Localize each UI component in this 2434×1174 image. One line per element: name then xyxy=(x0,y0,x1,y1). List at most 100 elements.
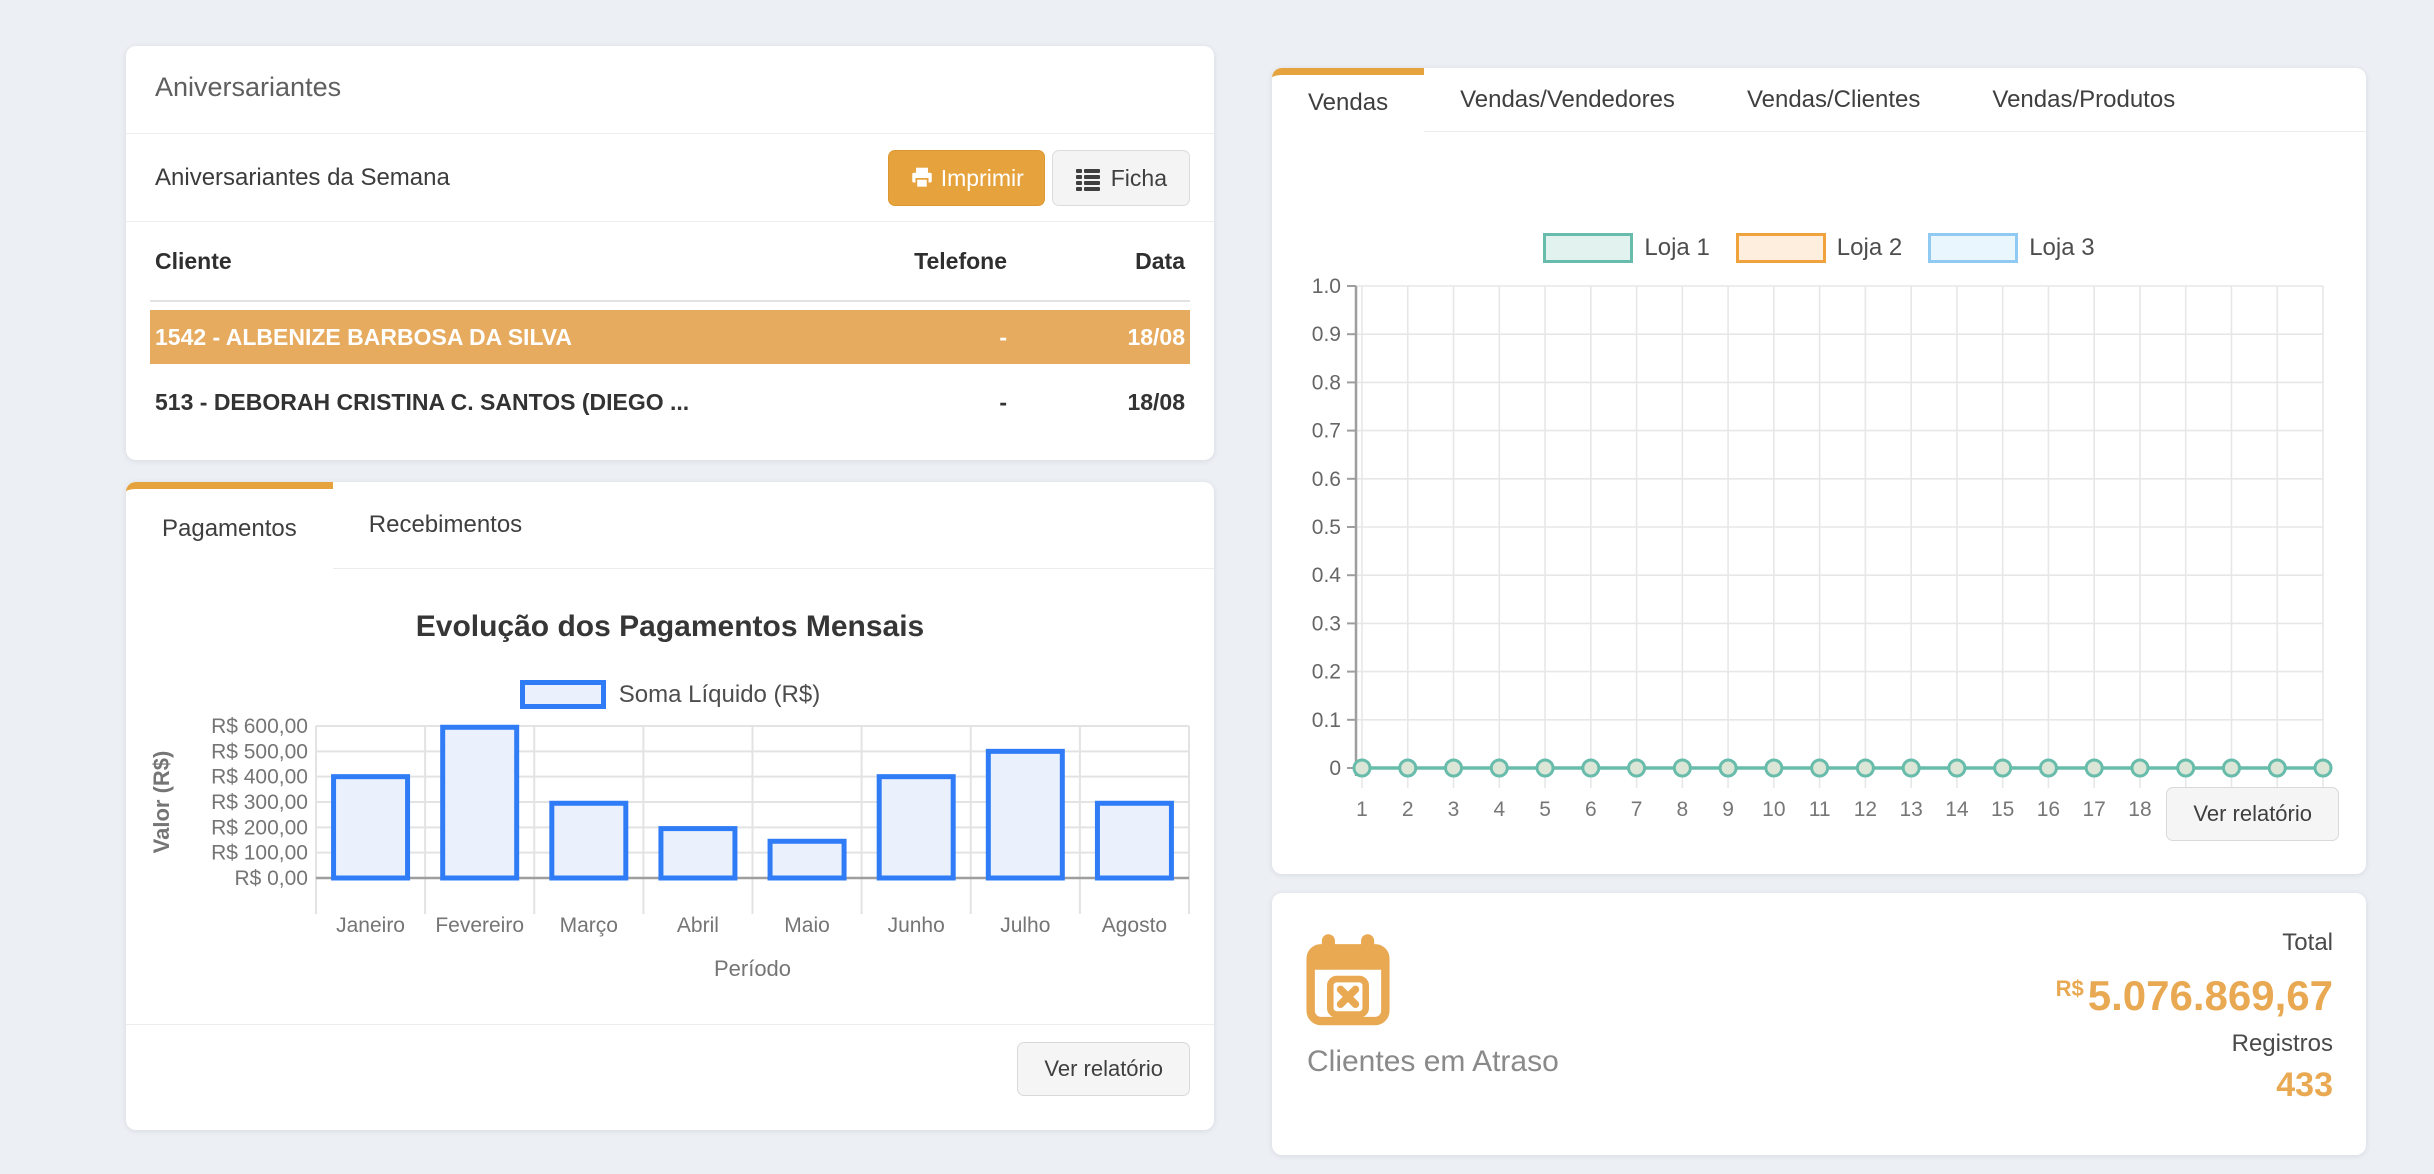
tab-vendas-produtos[interactable]: Vendas/Produtos xyxy=(1956,68,2211,132)
svg-text:6: 6 xyxy=(1585,798,1597,821)
cell-dat: 18/08 xyxy=(1035,324,1190,351)
aniversariantes-subtitle: Aniversariantes da Semana xyxy=(155,164,450,192)
svg-text:Período: Período xyxy=(714,956,791,981)
svg-text:0.5: 0.5 xyxy=(1312,516,1341,539)
clientes-atraso-label: Clientes em Atraso xyxy=(1307,1045,1559,1079)
legend-label: Loja 3 xyxy=(2029,234,2094,262)
svg-text:Março: Março xyxy=(560,914,618,937)
svg-text:15: 15 xyxy=(1991,798,2014,821)
clientes-atraso-card: Clientes em Atraso Total R$5.076.869,67 … xyxy=(1272,893,2366,1155)
tab-vendas-clientes[interactable]: Vendas/Clientes xyxy=(1711,68,1956,132)
svg-text:5: 5 xyxy=(1539,798,1551,821)
column-header-cliente: Cliente xyxy=(150,248,787,275)
registros-value: 433 xyxy=(2056,1066,2333,1105)
aniversariantes-card: Aniversariantes Aniversariantes da Seman… xyxy=(126,46,1214,460)
list-icon xyxy=(1075,165,1101,191)
svg-text:0: 0 xyxy=(1329,757,1341,780)
svg-text:R$ 0,00: R$ 0,00 xyxy=(234,867,308,890)
legend-item-loja-3: Loja 3 xyxy=(1928,233,2094,263)
ficha-button[interactable]: Ficha xyxy=(1052,150,1190,206)
cell-tel: - xyxy=(787,389,1035,416)
svg-text:1.0: 1.0 xyxy=(1312,275,1341,298)
svg-text:11: 11 xyxy=(1809,798,1831,821)
imprimir-button[interactable]: Imprimir xyxy=(888,150,1045,206)
total-value: R$5.076.869,67 xyxy=(2056,967,2333,1018)
svg-text:13: 13 xyxy=(1899,798,1922,821)
pagamentos-chart-title: Evolução dos Pagamentos Mensais xyxy=(126,610,1214,644)
calendar-x-icon xyxy=(1306,933,1390,1032)
tab-vendas[interactable]: Vendas xyxy=(1272,68,1424,132)
svg-text:R$ 600,00: R$ 600,00 xyxy=(211,715,308,738)
table-row[interactable]: 1542 - ALBENIZE BARBOSA DA SILVA-18/08 xyxy=(150,310,1190,364)
birthdays-table-body: 1542 - ALBENIZE BARBOSA DA SILVA-18/0851… xyxy=(150,310,1190,429)
vendas-ver-relatorio-button[interactable]: Ver relatório xyxy=(2166,787,2339,841)
svg-text:R$ 300,00: R$ 300,00 xyxy=(211,791,308,814)
total-amount: 5.076.869,67 xyxy=(2088,972,2333,1019)
printer-icon xyxy=(909,165,935,191)
svg-text:Maio: Maio xyxy=(784,914,830,937)
legend-label-soma-liquido: Soma Líquido (R$) xyxy=(619,681,820,709)
svg-text:R$ 500,00: R$ 500,00 xyxy=(211,740,308,763)
tab-recebimentos[interactable]: Recebimentos xyxy=(333,482,558,569)
table-row[interactable]: 513 - DEBORAH CRISTINA C. SANTOS (DIEGO … xyxy=(150,375,1190,429)
imprimir-label: Imprimir xyxy=(941,165,1024,192)
svg-text:Janeiro: Janeiro xyxy=(336,914,405,937)
svg-text:0.3: 0.3 xyxy=(1312,612,1341,635)
svg-text:12: 12 xyxy=(1854,798,1877,821)
svg-text:3: 3 xyxy=(1448,798,1460,821)
pagamentos-chart-svg: R$ 0,00R$ 100,00R$ 200,00R$ 300,00R$ 400… xyxy=(126,714,1214,1014)
column-header-data: Data xyxy=(1035,248,1190,275)
registros-label: Registros xyxy=(2056,1030,2333,1058)
pagamentos-card: PagamentosRecebimentos Evolução dos Paga… xyxy=(126,482,1214,1130)
tabbar-filler xyxy=(2211,68,2366,132)
legend-label: Loja 1 xyxy=(1644,234,1709,262)
legend-item-loja-2: Loja 2 xyxy=(1736,233,1902,263)
legend-label: Loja 2 xyxy=(1837,234,1902,262)
aniversariantes-actions: Imprimir Ficha xyxy=(888,150,1190,206)
tab-pagamentos[interactable]: Pagamentos xyxy=(126,482,333,569)
svg-text:0.4: 0.4 xyxy=(1312,564,1342,587)
divider xyxy=(126,1024,1214,1025)
svg-text:Fevereiro: Fevereiro xyxy=(435,914,524,937)
svg-text:Abril: Abril xyxy=(677,914,719,937)
svg-text:0.6: 0.6 xyxy=(1312,468,1341,491)
pagamentos-chart-legend: Soma Líquido (R$) xyxy=(126,680,1214,709)
svg-text:10: 10 xyxy=(1762,798,1785,821)
svg-text:0.7: 0.7 xyxy=(1312,420,1341,443)
legend-swatch xyxy=(1543,233,1633,263)
svg-text:4: 4 xyxy=(1493,798,1505,821)
svg-text:0.2: 0.2 xyxy=(1312,661,1341,684)
birthdays-table-header: ClienteTelefoneData xyxy=(150,222,1190,302)
vendas-chart-legend: Loja 1 Loja 2 Loja 3 xyxy=(1272,233,2366,263)
svg-text:7: 7 xyxy=(1631,798,1643,821)
svg-text:18: 18 xyxy=(2128,798,2151,821)
svg-text:8: 8 xyxy=(1676,798,1688,821)
svg-text:Junho: Junho xyxy=(888,914,945,937)
svg-text:R$ 200,00: R$ 200,00 xyxy=(211,816,308,839)
vendas-chart-svg: 1234567891011121314151617181920212200.10… xyxy=(1272,273,2366,833)
total-label: Total xyxy=(2056,929,2333,957)
pagamentos-tabbar: PagamentosRecebimentos xyxy=(126,482,1214,569)
legend-swatch xyxy=(1736,233,1826,263)
legend-swatch xyxy=(1928,233,2018,263)
column-header-telefone: Telefone xyxy=(787,248,1035,275)
divider xyxy=(126,133,1214,134)
vendas-card: VendasVendas/VendedoresVendas/ClientesVe… xyxy=(1272,68,2366,874)
svg-text:R$ 100,00: R$ 100,00 xyxy=(211,842,308,865)
svg-text:0.8: 0.8 xyxy=(1312,371,1341,394)
tab-vendas-vendedores[interactable]: Vendas/Vendedores xyxy=(1424,68,1711,132)
pagamentos-ver-relatorio-button[interactable]: Ver relatório xyxy=(1017,1042,1190,1096)
cell-dat: 18/08 xyxy=(1035,389,1190,416)
tabbar-filler xyxy=(558,482,1214,569)
legend-swatch-soma-liquido xyxy=(520,680,606,709)
currency-prefix: R$ xyxy=(2056,976,2084,1001)
svg-text:9: 9 xyxy=(1722,798,1734,821)
svg-text:14: 14 xyxy=(1945,798,1969,821)
svg-text:0.9: 0.9 xyxy=(1312,323,1341,346)
legend-item-loja-1: Loja 1 xyxy=(1543,233,1709,263)
cell-tel: - xyxy=(787,324,1035,351)
aniversariantes-title: Aniversariantes xyxy=(155,72,341,103)
svg-text:Agosto: Agosto xyxy=(1102,914,1167,937)
dashboard: Aniversariantes Aniversariantes da Seman… xyxy=(0,0,2434,1174)
cell-cli: 1542 - ALBENIZE BARBOSA DA SILVA xyxy=(150,324,787,351)
